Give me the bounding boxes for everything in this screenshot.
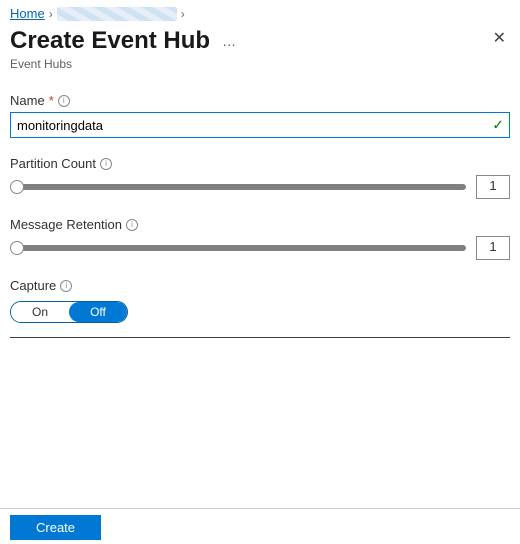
- slider-track: [10, 184, 466, 190]
- name-label: Name * i: [10, 93, 510, 108]
- name-label-text: Name: [10, 93, 45, 108]
- form-body: Name * i ✓ Partition Count i 1 Message R…: [0, 79, 520, 338]
- slider-thumb[interactable]: [10, 180, 24, 194]
- close-button[interactable]: ✕: [493, 31, 506, 47]
- close-icon: ✕: [493, 30, 506, 47]
- name-input[interactable]: [10, 112, 510, 138]
- partition-count-value[interactable]: 1: [476, 175, 510, 199]
- slider-track: [10, 245, 466, 251]
- footer-bar: Create: [0, 508, 520, 544]
- message-retention-value[interactable]: 1: [476, 236, 510, 260]
- checkmark-icon: ✓: [492, 117, 504, 134]
- breadcrumb-home[interactable]: Home: [10, 6, 45, 21]
- create-button[interactable]: Create: [10, 515, 101, 540]
- breadcrumb: Home › ›: [0, 0, 520, 23]
- message-retention-label-text: Message Retention: [10, 217, 122, 232]
- required-indicator: *: [49, 93, 54, 108]
- capture-toggle-on[interactable]: On: [11, 302, 69, 322]
- partition-count-label: Partition Count i: [10, 156, 510, 171]
- info-icon[interactable]: i: [100, 158, 112, 170]
- capture-label: Capture i: [10, 278, 510, 293]
- message-retention-label: Message Retention i: [10, 217, 510, 232]
- message-retention-slider[interactable]: [10, 241, 466, 255]
- info-icon[interactable]: i: [126, 219, 138, 231]
- capture-label-text: Capture: [10, 278, 56, 293]
- page-subtitle: Event Hubs: [10, 57, 510, 71]
- section-divider: [10, 337, 510, 338]
- capture-toggle[interactable]: On Off: [10, 301, 128, 323]
- chevron-right-icon: ›: [181, 7, 185, 21]
- breadcrumb-item-redacted[interactable]: [57, 7, 177, 21]
- page-title: Create Event Hub: [10, 27, 210, 55]
- more-icon[interactable]: …: [222, 33, 237, 49]
- capture-toggle-off[interactable]: Off: [69, 302, 127, 322]
- page-header: Create Event Hub … Event Hubs ✕: [0, 23, 520, 79]
- partition-count-label-text: Partition Count: [10, 156, 96, 171]
- info-icon[interactable]: i: [58, 95, 70, 107]
- info-icon[interactable]: i: [60, 280, 72, 292]
- chevron-right-icon: ›: [49, 7, 53, 21]
- partition-count-slider[interactable]: [10, 180, 466, 194]
- slider-thumb[interactable]: [10, 241, 24, 255]
